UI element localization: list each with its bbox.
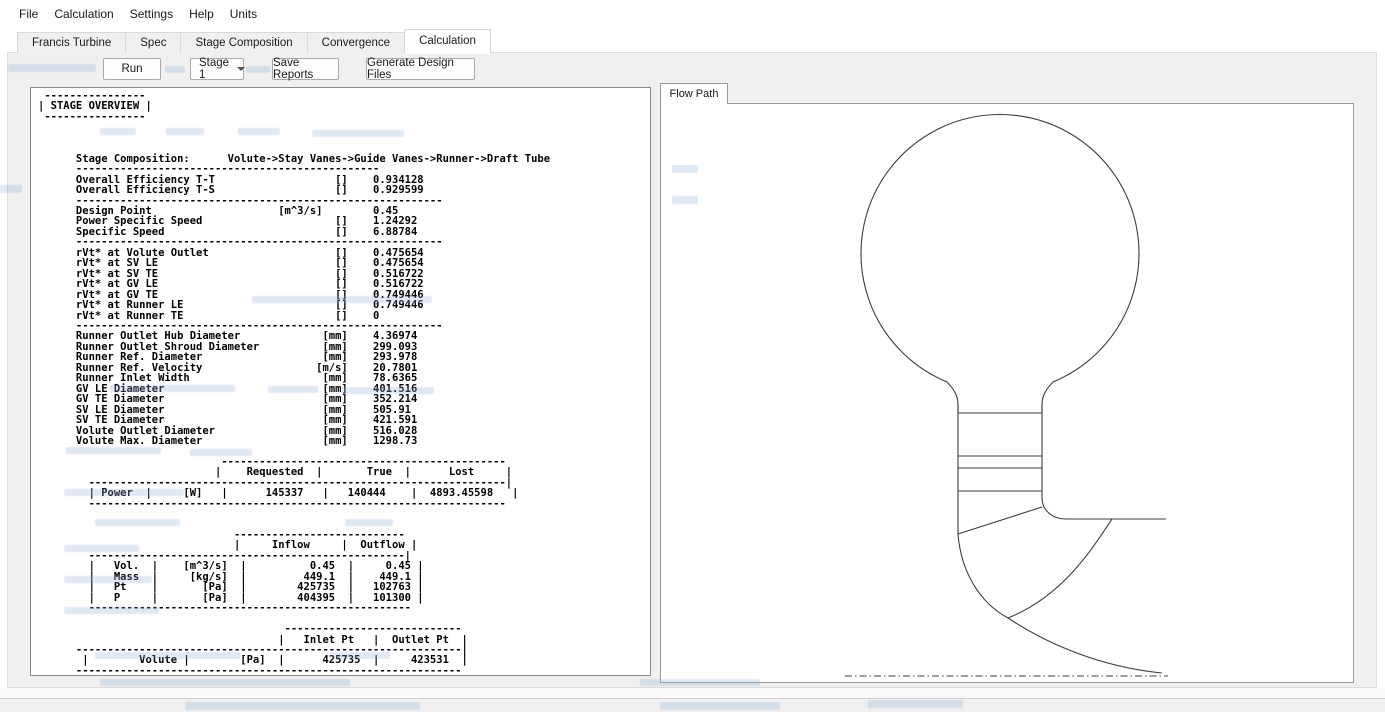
menu-settings[interactable]: Settings [127, 4, 183, 24]
flow-path-drawing [661, 104, 1353, 682]
flow-path-runner-le-line [958, 507, 1042, 534]
flow-path-shroud-curve [958, 534, 1162, 673]
menu-units[interactable]: Units [227, 4, 267, 24]
stage-overview-report-text: ---------------- | STAGE OVERVIEW | ----… [31, 88, 650, 676]
flow-path-volute-outline [861, 115, 1139, 413]
stage-overview-report-panel[interactable]: ---------------- | STAGE OVERVIEW | ----… [30, 87, 651, 676]
menu-help[interactable]: Help [186, 4, 224, 24]
stage-selector-dropdown[interactable]: Stage 1 [190, 58, 244, 80]
generate-design-files-button[interactable]: Generate Design Files [366, 58, 475, 80]
tab-flow-path[interactable]: Flow Path [660, 83, 728, 104]
flow-path-hub-curve [1008, 519, 1112, 618]
chevron-down-icon [237, 67, 245, 71]
menu-calculation[interactable]: Calculation [51, 4, 123, 24]
run-button[interactable]: Run [103, 58, 161, 80]
window-bottom-area [0, 699, 1385, 712]
save-reports-button[interactable]: Save Reports [272, 58, 339, 80]
tab-convergence[interactable]: Convergence [307, 32, 405, 53]
application-window: { "menu": { "items": ["File", "Calculati… [0, 0, 1385, 712]
tab-calculation[interactable]: Calculation [404, 29, 491, 54]
menu-bar: File Calculation Settings Help Units [0, 0, 1385, 28]
main-tab-strip: Francis Turbine Spec Stage Composition C… [17, 30, 490, 53]
tab-stage-composition[interactable]: Stage Composition [180, 32, 307, 53]
tab-francis-turbine[interactable]: Francis Turbine [17, 32, 126, 53]
bottom-divider-strip [0, 688, 1385, 699]
tab-spec[interactable]: Spec [125, 32, 181, 53]
stage-selector-value: Stage 1 [199, 57, 229, 81]
menu-file[interactable]: File [16, 4, 48, 24]
flow-path-canvas [660, 103, 1354, 683]
flow-path-runner-outlet-line [1042, 498, 1166, 519]
